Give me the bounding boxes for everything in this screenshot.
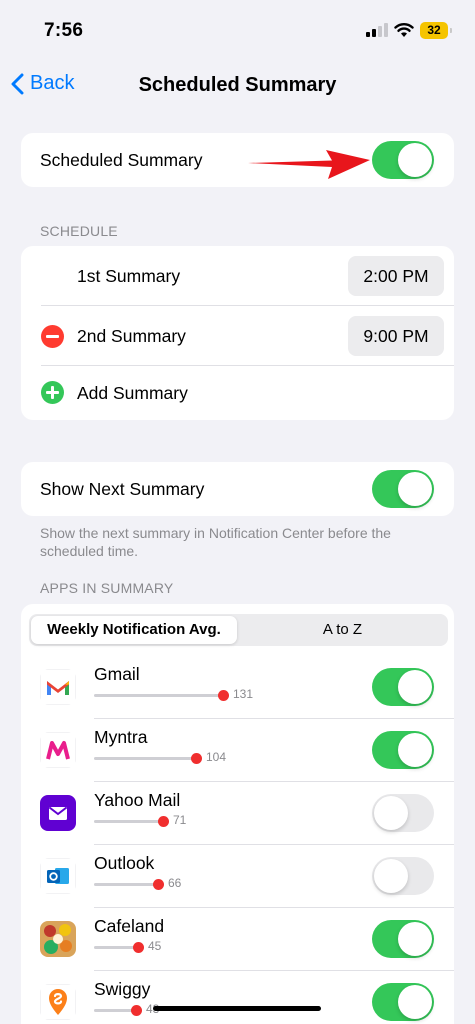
notification-count: 71	[173, 813, 187, 827]
notification-bar-dot	[158, 816, 169, 827]
scheduled-summary-label: Scheduled Summary	[40, 149, 203, 170]
next-summary-footer: Show the next summary in Notification Ce…	[40, 525, 391, 559]
time-picker[interactable]: 9:00 PM	[348, 316, 444, 356]
next-summary-row: Show Next Summary	[21, 462, 454, 516]
notification-bar-dot	[131, 1005, 142, 1016]
add-circle-icon[interactable]	[41, 381, 64, 404]
app-name: Outlook	[94, 853, 155, 873]
schedule-row-1[interactable]: 1st Summary 2:00 PM	[21, 246, 454, 306]
schedule-row-label: 1st Summary	[77, 265, 181, 286]
next-summary-toggle[interactable]	[372, 470, 434, 508]
cellular-signal-icon	[366, 23, 388, 37]
toggle-knob	[398, 733, 432, 767]
scheduled-summary-row: Scheduled Summary	[21, 133, 454, 187]
remove-circle-icon[interactable]	[41, 325, 64, 348]
add-summary-label: Add Summary	[77, 382, 188, 403]
segment-a-to-z[interactable]: A to Z	[239, 616, 446, 644]
add-summary-row[interactable]: Add Summary	[21, 366, 454, 420]
battery-icon: 32	[420, 22, 452, 39]
toggle-knob	[398, 143, 432, 177]
toggle-knob	[374, 859, 408, 893]
toggle-knob	[398, 472, 432, 506]
app-row: Myntra 104	[21, 719, 454, 782]
notification-bar-dot	[153, 879, 164, 890]
cafeland-icon	[40, 921, 76, 957]
time-picker[interactable]: 2:00 PM	[348, 256, 444, 296]
outlook-icon	[40, 858, 76, 894]
notification-count: 104	[206, 750, 227, 764]
notification-count: 66	[168, 876, 182, 890]
home-indicator	[153, 1006, 321, 1011]
app-name: Yahoo Mail	[94, 790, 181, 810]
app-toggle[interactable]	[372, 731, 434, 769]
segment-weekly-avg[interactable]: Weekly Notification Avg.	[31, 616, 237, 644]
app-row: Outlook 66	[21, 845, 454, 908]
sort-segmented-control: Weekly Notification Avg. A to Z	[29, 614, 448, 646]
schedule-row-label: 2nd Summary	[77, 325, 186, 346]
scheduled-summary-toggle[interactable]	[372, 141, 434, 179]
notification-bar-dot	[133, 942, 144, 953]
toggle-knob	[398, 922, 432, 956]
notification-bar	[94, 816, 169, 827]
toggle-knob	[398, 670, 432, 704]
next-summary-label: Show Next Summary	[40, 478, 205, 499]
schedule-card: 1st Summary 2:00 PM 2nd Summary 9:00 PM …	[21, 246, 454, 420]
app-toggle[interactable]	[372, 920, 434, 958]
schedule-header: SCHEDULE	[40, 223, 118, 239]
notification-bar	[94, 690, 229, 701]
app-name: Swiggy	[94, 979, 151, 999]
navigation-bar: Back Scheduled Summary	[0, 62, 475, 108]
myntra-icon	[40, 732, 76, 768]
app-row: Gmail 131	[21, 656, 454, 719]
toggle-knob	[398, 985, 432, 1019]
notification-count: 131	[233, 687, 254, 701]
notification-bar	[94, 753, 202, 764]
apps-header: APPS IN SUMMARY	[40, 580, 174, 596]
app-toggle[interactable]	[372, 668, 434, 706]
gmail-icon	[40, 669, 76, 705]
notification-bar	[94, 879, 164, 890]
scheduled-summary-card: Scheduled Summary	[21, 133, 454, 187]
app-row: Yahoo Mail 71	[21, 782, 454, 845]
app-name: Myntra	[94, 727, 148, 747]
swiggy-icon	[40, 984, 76, 1020]
app-toggle[interactable]	[372, 794, 434, 832]
status-time: 7:56	[44, 20, 84, 41]
next-summary-card: Show Next Summary	[21, 462, 454, 516]
app-toggle[interactable]	[372, 857, 434, 895]
status-bar: 7:56 32	[0, 0, 475, 60]
app-toggle[interactable]	[372, 983, 434, 1021]
app-row: Cafeland 45	[21, 908, 454, 971]
yahoo-mail-icon	[40, 795, 76, 831]
schedule-row-2[interactable]: 2nd Summary 9:00 PM	[21, 306, 454, 366]
notification-bar	[94, 942, 144, 953]
annotation-arrow-icon	[248, 150, 370, 179]
notification-count: 45	[148, 939, 162, 953]
app-name: Cafeland	[94, 916, 165, 936]
notification-bar	[94, 1005, 142, 1016]
notification-bar-dot	[218, 690, 229, 701]
app-row: Swiggy43	[21, 971, 454, 1024]
toggle-knob	[374, 796, 408, 830]
page-title: Scheduled Summary	[138, 74, 337, 96]
notification-bar-dot	[191, 753, 202, 764]
wifi-icon	[394, 23, 414, 37]
app-name: Gmail	[94, 664, 140, 684]
